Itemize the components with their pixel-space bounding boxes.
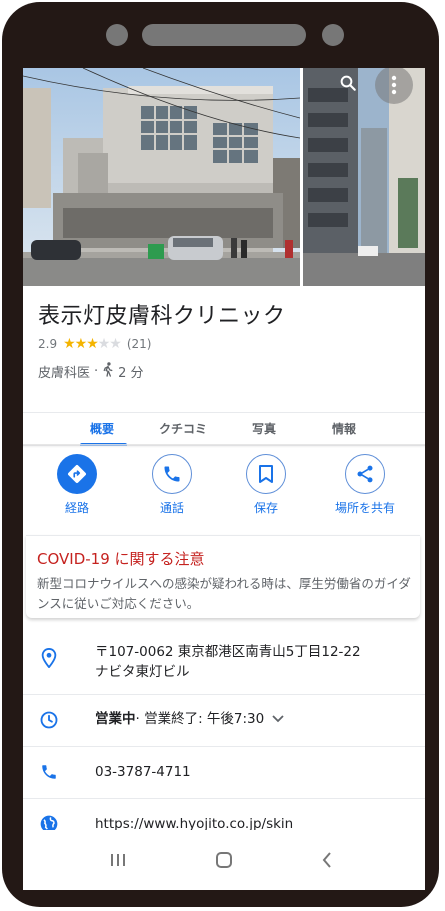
home-icon[interactable] <box>209 846 239 874</box>
building-photo[interactable] <box>23 68 300 286</box>
phone-icon <box>38 761 60 783</box>
location-pin-icon <box>38 647 60 669</box>
call-label: 通話 <box>159 501 184 515</box>
back-icon[interactable] <box>312 846 342 874</box>
earpiece <box>142 24 306 46</box>
tab-overview[interactable]: 概要 <box>90 420 114 437</box>
hours-row[interactable]: 営業中 · 営業終了: 午後7:30 <box>23 694 425 747</box>
directions-label: 経路 <box>64 501 89 515</box>
tab-photos[interactable]: 写真 <box>252 420 276 437</box>
photo-gallery[interactable] <box>23 68 425 286</box>
review-count: (21) <box>126 337 152 351</box>
screen: 表示灯皮膚科クリニック 2.9 ★★★★★ (21) 皮膚科医 · 2 分 概要… <box>23 68 425 890</box>
front-sensor <box>322 24 344 46</box>
tab-reviews[interactable]: クチコミ <box>159 420 207 437</box>
address-line1: 〒107-0062 東京都港区南青山5丁目12-22 <box>95 644 361 660</box>
phone-frame: 表示灯皮膚科クリニック 2.9 ★★★★★ (21) 皮膚科医 · 2 分 概要… <box>2 2 439 907</box>
directions-button[interactable]: 経路 <box>37 454 117 516</box>
share-icon <box>345 454 385 494</box>
share-label: 場所を共有 <box>334 501 395 515</box>
star-rating-icon: ★★★★★ <box>63 336 122 352</box>
tabs-shadow <box>23 444 425 448</box>
phone-number: 03-3787-4711 <box>95 764 191 780</box>
call-button[interactable]: 通話 <box>132 454 212 516</box>
hours-status: 営業中 <box>95 711 136 727</box>
phone-row[interactable]: 03-3787-4711 <box>23 746 425 799</box>
save-label: 保存 <box>253 501 278 515</box>
tab-about[interactable]: 情報 <box>332 420 356 437</box>
separator: · <box>94 364 99 379</box>
covid-body: 新型コロナウイルスへの感染が疑われる時は、厚生労働省のガイダンスに従いご対応くだ… <box>37 576 411 611</box>
covid-notice[interactable]: COVID-19 に関する注意 新型コロナウイルスへの感染が疑われる時は、厚生労… <box>26 535 420 618</box>
category: 皮膚科医 <box>38 366 91 381</box>
search-icon[interactable] <box>333 68 363 98</box>
hours-detail: · 営業終了: 午後7:30 <box>135 711 265 727</box>
category-row: 皮膚科医 · 2 分 <box>38 362 144 381</box>
tab-bar: 概要 クチコミ 写真 情報 <box>23 412 425 446</box>
chevron-down-icon[interactable] <box>272 715 284 723</box>
rating-value: 2.9 <box>38 337 58 351</box>
system-nav-bar <box>23 830 425 890</box>
walk-time: 2 分 <box>118 366 144 381</box>
place-title: 表示灯皮膚科クリニック <box>38 304 286 329</box>
recent-apps-icon[interactable] <box>103 846 133 874</box>
front-camera <box>106 24 128 46</box>
action-bar: 経路 通話 保存 場所を共有 <box>23 454 425 524</box>
save-button[interactable]: 保存 <box>226 454 306 516</box>
share-button[interactable]: 場所を共有 <box>325 454 405 516</box>
covid-title: COVID-19 に関する注意 <box>37 550 205 568</box>
walk-icon <box>102 362 114 381</box>
rating-row[interactable]: 2.9 ★★★★★ (21) <box>38 336 152 352</box>
clock-icon <box>38 709 60 731</box>
bookmark-icon <box>246 454 286 494</box>
address-line2: ナビタ東灯ビル <box>95 664 190 680</box>
directions-icon <box>57 454 97 494</box>
phone-icon <box>152 454 192 494</box>
street-photo[interactable] <box>303 68 425 286</box>
address-row[interactable]: 〒107-0062 東京都港区南青山5丁目12-22 ナビタ東灯ビル <box>23 626 425 695</box>
